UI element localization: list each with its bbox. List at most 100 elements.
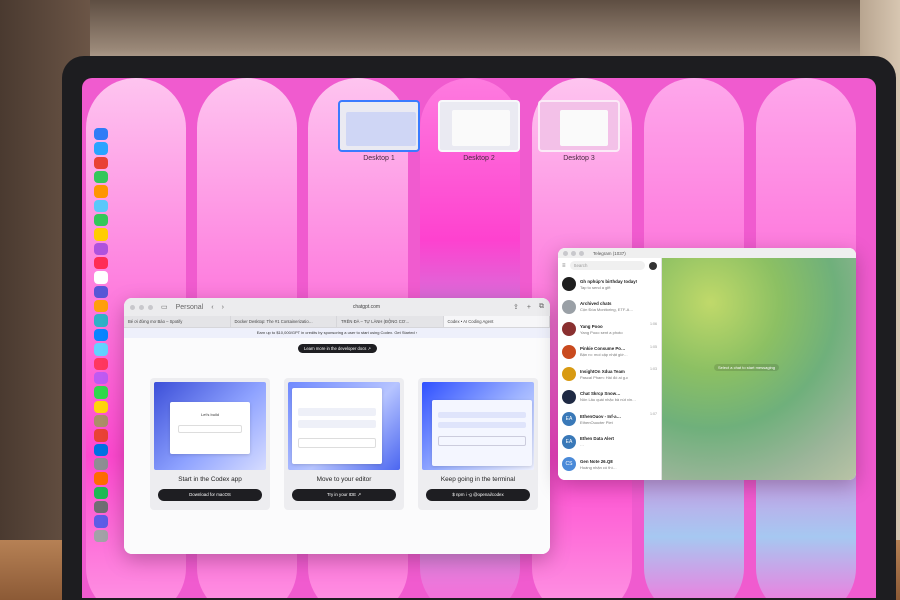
app-icon[interactable]	[94, 486, 108, 499]
minimize-button[interactable]	[139, 304, 144, 310]
window-title: Telegram (1037)	[593, 250, 626, 256]
chat-preview: Pascal Pham: Hái đó ai g.c	[580, 374, 629, 380]
mock-line	[438, 412, 526, 418]
chat-avatar	[562, 344, 576, 359]
menu-icon[interactable]: ≡	[562, 263, 566, 269]
desktop-1[interactable]: Desktop 1	[338, 100, 420, 162]
safari-icon[interactable]	[94, 142, 108, 155]
tab-codex[interactable]: Codex • AI Coding Agent	[443, 316, 550, 327]
mock-line	[298, 408, 376, 416]
chat-list-item[interactable]: EA Ethen Data Alert…	[558, 431, 661, 454]
desktop-2[interactable]: Desktop 2	[438, 100, 520, 162]
chat-time: 1:03	[650, 367, 657, 371]
share-icon[interactable]: ⇪	[513, 303, 519, 311]
trash-icon[interactable]	[94, 529, 108, 542]
app-icon[interactable]	[94, 314, 108, 327]
app-icon[interactable]	[94, 257, 108, 270]
terminal-card: Keep going in the terminal $ npm i -g @o…	[418, 378, 538, 510]
app-icon[interactable]	[94, 443, 108, 456]
app-icon[interactable]	[94, 357, 108, 370]
editor-mock-window	[292, 388, 382, 464]
chrome-icon[interactable]	[94, 156, 108, 170]
new-tab-icon[interactable]: +	[527, 304, 531, 311]
chat-preview: Tap to send a gift	[580, 284, 611, 290]
zoom-button[interactable]	[579, 250, 584, 256]
app-icon[interactable]	[94, 185, 108, 198]
app-icon[interactable]	[94, 228, 108, 241]
app-icon[interactable]	[94, 242, 108, 256]
sidebar-icon[interactable]: ▭	[161, 303, 168, 311]
tab-bar: Bé ơi đừng mơ Bào – Spotify Docker Deskt…	[124, 316, 550, 328]
search-input[interactable]	[569, 261, 645, 270]
chat-list-item[interactable]: CS Gen Note 26.Q8 Hoàng nhận có thì…	[558, 453, 661, 476]
window-thumbnail	[346, 112, 416, 146]
app-icon[interactable]	[94, 457, 108, 471]
app-icon[interactable]	[94, 328, 108, 342]
chat-name: Gen Note 26.Q8	[580, 458, 613, 464]
app-icon[interactable]	[94, 300, 108, 313]
desktop-thumbnail[interactable]	[438, 100, 520, 152]
app-icon[interactable]	[94, 371, 108, 385]
app-icon[interactable]	[94, 285, 108, 299]
chat-body: Pinkie Consume Po… Bận ro: moi cập nhật g…	[580, 346, 657, 357]
chat-list-item[interactable]: Gh nphúp's birthday today! Tap to send a …	[558, 273, 661, 296]
app-icon[interactable]	[94, 515, 108, 528]
tab-youtube[interactable]: TRÊN ĐÀ – TỰ LÀNH (ĐỘNG CƠ…	[337, 316, 444, 327]
close-button[interactable]	[563, 250, 568, 256]
zoom-button[interactable]	[148, 304, 153, 310]
close-button[interactable]	[130, 304, 135, 310]
chat-preview: Bận ro: moi cập nhật giờ…	[580, 352, 628, 358]
app-icon[interactable]	[94, 414, 108, 428]
empty-chat-hint: Select a chat to start messaging	[714, 364, 779, 371]
app-icon[interactable]	[94, 500, 108, 514]
tab-spotify[interactable]: Bé ơi đừng mơ Bào – Spotify	[124, 316, 231, 327]
desktop-label: Desktop 3	[563, 155, 595, 162]
back-icon[interactable]: ‹	[211, 304, 213, 311]
desktop-3[interactable]: Desktop 3	[538, 100, 620, 162]
chat-list-item[interactable]: EA EthenOuov - Inf-a… EthenOuocter Plet 1:0…	[558, 408, 661, 431]
chat-body: InsightOn Xdua Team Pascal Pham: Hái đó a…	[580, 369, 657, 380]
window-thumbnail	[560, 110, 608, 146]
chat-list-item[interactable]: Yang Pooo Yang Pooo sent a photo 1:06	[558, 318, 661, 341]
chat-time: 1:07	[650, 412, 657, 416]
app-icon[interactable]	[94, 386, 108, 399]
chat-list-item[interactable]: InsightOn Xdua Team Pascal Pham: Hái đó a…	[558, 363, 661, 386]
url-bar[interactable]: chatgpt.com	[353, 304, 380, 310]
codex-page: Learn more in the developer docs ↗ Let's…	[124, 338, 550, 554]
try-ide-button[interactable]: Try in your IDE ↗	[292, 489, 396, 501]
app-icon[interactable]	[94, 171, 108, 184]
chat-body: Gh nphúp's birthday today! Tap to send a …	[580, 279, 657, 290]
chat-list-item[interactable]: Archived chats Cộn Đóa Monitoring, ETF-A…	[558, 296, 661, 319]
app-icon[interactable]	[94, 400, 108, 413]
profile-avatar[interactable]	[649, 261, 657, 270]
messages-icon[interactable]	[94, 214, 108, 227]
finder-icon[interactable]	[94, 128, 108, 141]
chat-preview: EthenOuocter Plet	[580, 419, 613, 425]
terminal-preview	[422, 382, 534, 470]
download-macos-button[interactable]: Download for macOS	[158, 489, 262, 501]
minimize-button[interactable]	[571, 250, 576, 256]
chat-name: Yang Pooo	[580, 323, 603, 329]
app-icon[interactable]	[94, 199, 108, 213]
app-icon[interactable]	[94, 343, 108, 356]
calendar-icon[interactable]	[94, 271, 108, 284]
forward-icon[interactable]: ›	[222, 304, 224, 311]
telegram-titlebar: Telegram (1037)	[558, 248, 856, 258]
codex-app-preview: Let's build	[154, 382, 266, 470]
app-icon[interactable]	[94, 472, 108, 485]
chat-time: 1:05	[650, 344, 657, 349]
chat-list-item[interactable]: Chat Skrcp Snow… Nôn Lâu quái nhặc bả nút…	[558, 386, 661, 409]
chrome-icon[interactable]	[94, 429, 108, 442]
desktop-thumbnail[interactable]	[338, 100, 420, 152]
desktop-thumbnail[interactable]	[538, 100, 620, 152]
chat-list-item[interactable]: Pinkie Consume Po… Bận ro: moi cập nhật g…	[558, 341, 661, 364]
developer-docs-link[interactable]: Learn more in the developer docs ↗	[298, 344, 378, 353]
tab-docker[interactable]: Docker Desktop: The #1 Containerizatio…	[231, 316, 337, 327]
profile-label[interactable]: Personal	[176, 304, 204, 311]
chat-body: Chat Skrcp Snow… Nôn Lâu quái nhặc bả nút…	[580, 391, 657, 402]
tabs-overview-icon[interactable]: ⧉	[539, 303, 544, 311]
chat-avatar: EA	[562, 412, 576, 427]
npm-install-button[interactable]: $ npm i -g @openai/codex	[426, 489, 530, 501]
chat-area: Select a chat to start messaging	[662, 258, 856, 480]
promo-banner[interactable]: Earn up to $10,000/GPT in credits by spo…	[124, 328, 550, 338]
